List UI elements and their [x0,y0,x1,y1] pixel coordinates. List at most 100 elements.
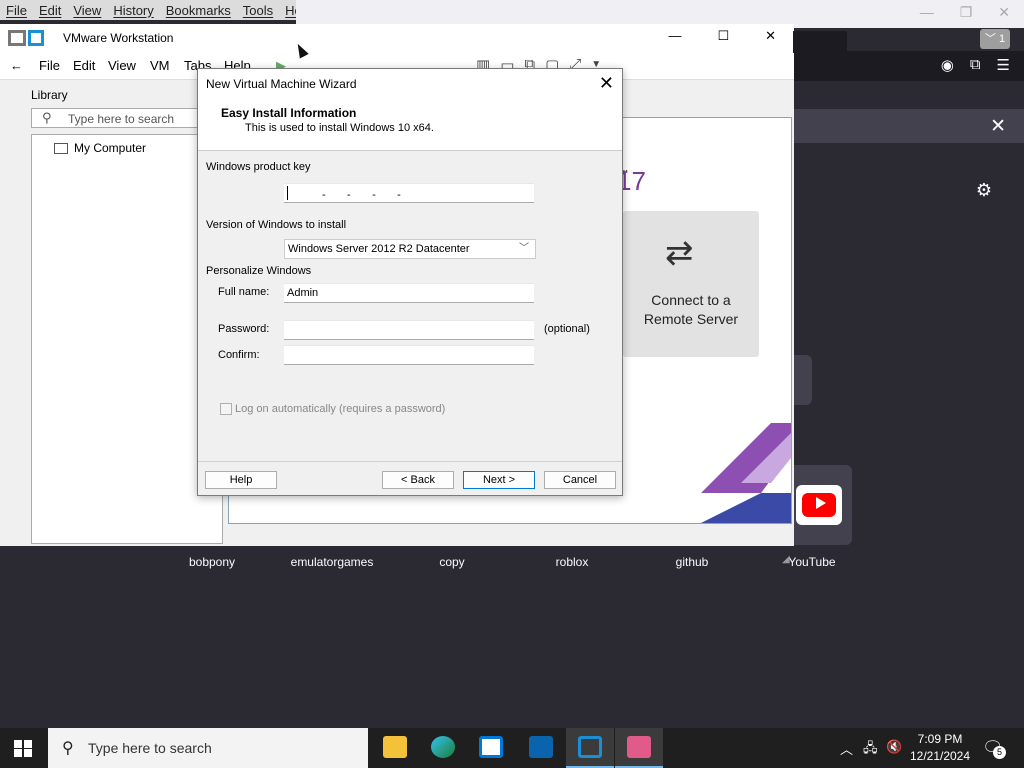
firefox-menu-view[interactable]: View [73,3,101,18]
product-key-input[interactable]: - - - - [284,183,534,203]
library-panel: Library ⚲ Type here to search My Compute… [27,84,223,544]
windows-start-icon[interactable] [14,740,32,757]
dialog-subheading: This is used to install Windows 10 x64. [245,122,434,134]
taskbar-app-file-explorer[interactable] [371,728,419,768]
library-search-placeholder: Type here to search [68,112,175,126]
confirm-label: Confirm: [218,349,260,361]
confirm-input[interactable] [284,345,534,365]
taskbar-app-store[interactable] [467,728,515,768]
tab-count: 1 [998,33,1006,45]
taskbar-app-edge[interactable] [419,728,467,768]
chevron-down-icon: ﹀ [519,243,529,254]
close-icon[interactable]: ✕ [765,28,776,44]
library-tree: My Computer [31,134,223,544]
library-label: Library [31,88,68,102]
minimize-icon[interactable]: — [668,28,681,44]
hamburger-menu-icon[interactable]: ☰ [997,56,1010,74]
library-search-input[interactable]: ⚲ Type here to search [31,108,219,128]
checkbox-icon [220,403,232,415]
computer-icon [54,142,68,154]
store-icon [479,736,503,758]
vmware-icon [578,736,602,758]
chevron-up-icon[interactable]: ︿ [840,739,853,758]
taskbar-app-pink[interactable] [615,728,663,768]
app-icon [627,736,651,758]
back-arrow-icon: ← [10,58,23,73]
clock-time[interactable]: 7:09 PM [910,732,970,746]
connect-remote-server-card[interactable]: ⇄ Connect to a Remote Server [623,211,759,357]
background-strip [793,31,847,53]
network-icon[interactable]: 🖧 [863,739,878,761]
firefox-window-controls: — ❐ ✕ [920,4,1010,21]
vmware-menu-edit[interactable]: Edit [73,58,95,73]
taskbar-app-outlook[interactable] [517,728,565,768]
shortcut-label-copy[interactable]: copy [402,555,502,569]
vmware-menu-vm[interactable]: VM [150,58,170,73]
shortcut-label-github[interactable]: github [642,555,742,569]
fullname-input[interactable]: Admin [284,283,534,303]
volume-muted-icon[interactable]: 🔇 [886,739,902,755]
dialog-heading: Easy Install Information [221,106,357,120]
close-icon[interactable]: ✕ [998,4,1010,21]
dialog-header: Easy Install Information This is used to… [198,99,622,151]
help-button[interactable]: Help [205,471,277,489]
shortcut-label-youtube[interactable]: YouTube [762,555,862,569]
password-label: Password: [218,323,270,335]
firefox-menu-bookmarks[interactable]: Bookmarks [166,3,231,18]
play-icon [816,497,826,509]
vmware-window-controls: — ☐ ✕ [668,28,776,44]
connect-remote-server-label: Connect to a Remote Server [643,292,739,327]
shortcut-label-emulatorgames[interactable]: emulatorgames [282,555,382,569]
clock-date[interactable]: 12/21/2024 [906,749,974,763]
dialog-titlebar: New Virtual Machine Wizard ✕ [198,69,622,99]
notification-count-badge: 5 [993,746,1006,759]
autologon-label: Log on automatically (requires a passwor… [235,403,446,415]
divider [198,461,622,462]
firefox-menu-history[interactable]: History [113,3,153,18]
back-button[interactable]: < Back [382,471,454,489]
cancel-button[interactable]: Cancel [544,471,616,489]
text-caret [287,186,288,200]
new-vm-wizard-dialog: New Virtual Machine Wizard ✕ Easy Instal… [197,68,623,496]
resize-grip-icon[interactable]: ◢ [782,554,790,565]
windows-taskbar: ⚲ Type here to search ︿ 🖧 🔇 7:09 PM 12/2… [0,728,1024,768]
restore-icon[interactable]: ❐ [960,4,973,21]
version-select[interactable]: Windows Server 2012 R2 Datacenter ﹀ [284,239,536,259]
next-button[interactable]: Next > [463,471,535,489]
tree-item-label: My Computer [74,141,147,155]
shortcut-tile-youtube[interactable] [788,465,852,545]
optional-note: (optional) [544,323,590,335]
vmware-menu-view[interactable]: View [108,58,136,73]
outlook-icon [529,736,553,758]
shortcut-label-bobpony[interactable]: bobpony [162,555,262,569]
taskbar-app-vmware[interactable] [566,728,614,768]
firefox-menu-file[interactable]: File [6,3,27,18]
account-icon[interactable]: ◉ [941,56,954,74]
product-key-label: Windows product key [206,161,311,173]
autologon-checkbox[interactable]: Log on automatically (requires a passwor… [220,403,445,415]
close-icon[interactable]: ✕ [990,115,1006,138]
gear-icon[interactable]: ⚙ [976,180,992,201]
tree-item-my-computer[interactable]: My Computer [54,141,146,155]
search-icon: ⚲ [62,740,74,757]
firefox-tab-list-button[interactable]: ﹀ 1 [980,29,1010,49]
edge-icon [431,736,455,758]
product-key-value: - - - - [322,189,401,201]
dialog-title: New Virtual Machine Wizard [206,77,357,91]
firefox-menu-tools[interactable]: Tools [243,3,273,18]
close-icon[interactable]: ✕ [599,73,614,94]
minimize-icon[interactable]: — [920,4,934,21]
decorative-shape [701,423,791,523]
vmware-menu-file[interactable]: File [39,58,60,73]
shortcut-label-roblox[interactable]: roblox [522,555,622,569]
fullname-label: Full name: [218,286,270,298]
chevron-down-icon: ﹀ [984,33,996,45]
shortcut-tile[interactable] [794,355,812,405]
firefox-menu-edit[interactable]: Edit [39,3,61,18]
maximize-icon[interactable]: ☐ [717,28,729,44]
version-selected: Windows Server 2012 R2 Datacenter [288,243,470,255]
folder-icon [383,736,407,758]
extensions-icon[interactable]: ⧉ [970,56,981,74]
taskbar-search-box[interactable]: ⚲ Type here to search [48,728,368,768]
password-input[interactable] [284,320,534,340]
